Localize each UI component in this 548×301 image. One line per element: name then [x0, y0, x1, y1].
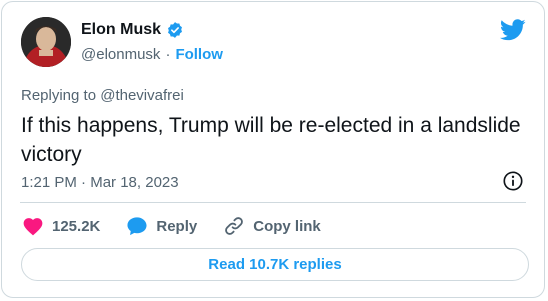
tweet-time: 1:21 PM — [21, 174, 77, 191]
link-icon — [225, 217, 244, 235]
reply-label: Reply — [156, 217, 198, 235]
like-button[interactable]: 125.2K — [22, 216, 100, 236]
timestamp-separator: · — [81, 174, 87, 191]
author-name[interactable]: Elon Musk — [81, 21, 161, 39]
read-replies-button[interactable]: Read 10.7K replies — [21, 248, 529, 281]
like-count: 125.2K — [52, 217, 101, 235]
divider — [20, 202, 526, 203]
verified-badge-icon — [166, 21, 184, 39]
action-bar: 125.2K Reply Copy link — [22, 213, 347, 239]
heart-icon — [23, 218, 43, 236]
speech-bubble-icon — [127, 217, 147, 236]
tweet-card: Elon Musk @elonmusk · Follow Replying to… — [1, 1, 545, 298]
copy-link-button[interactable]: Copy link — [223, 215, 321, 237]
avatar-image — [21, 17, 71, 67]
info-icon[interactable] — [502, 170, 524, 192]
author-handle-row: @elonmusk · Follow — [81, 46, 223, 63]
tweet-timestamp[interactable]: 1:21 PM · Mar 18, 2023 — [21, 174, 179, 191]
tweet-date: Mar 18, 2023 — [90, 174, 179, 191]
reply-button[interactable]: Reply — [126, 216, 197, 236]
replying-to-line[interactable]: Replying to @thevivafrei — [21, 87, 184, 104]
twitter-bird-icon[interactable] — [499, 19, 526, 41]
author-name-row: Elon Musk — [81, 21, 184, 39]
author-handle[interactable]: @elonmusk — [81, 46, 160, 63]
separator-dot: · — [165, 46, 171, 63]
follow-button[interactable]: Follow — [175, 46, 223, 63]
tweet-text: If this happens, Trump will be re-electe… — [21, 114, 521, 166]
avatar[interactable] — [21, 17, 71, 67]
copy-link-label: Copy link — [253, 217, 321, 235]
